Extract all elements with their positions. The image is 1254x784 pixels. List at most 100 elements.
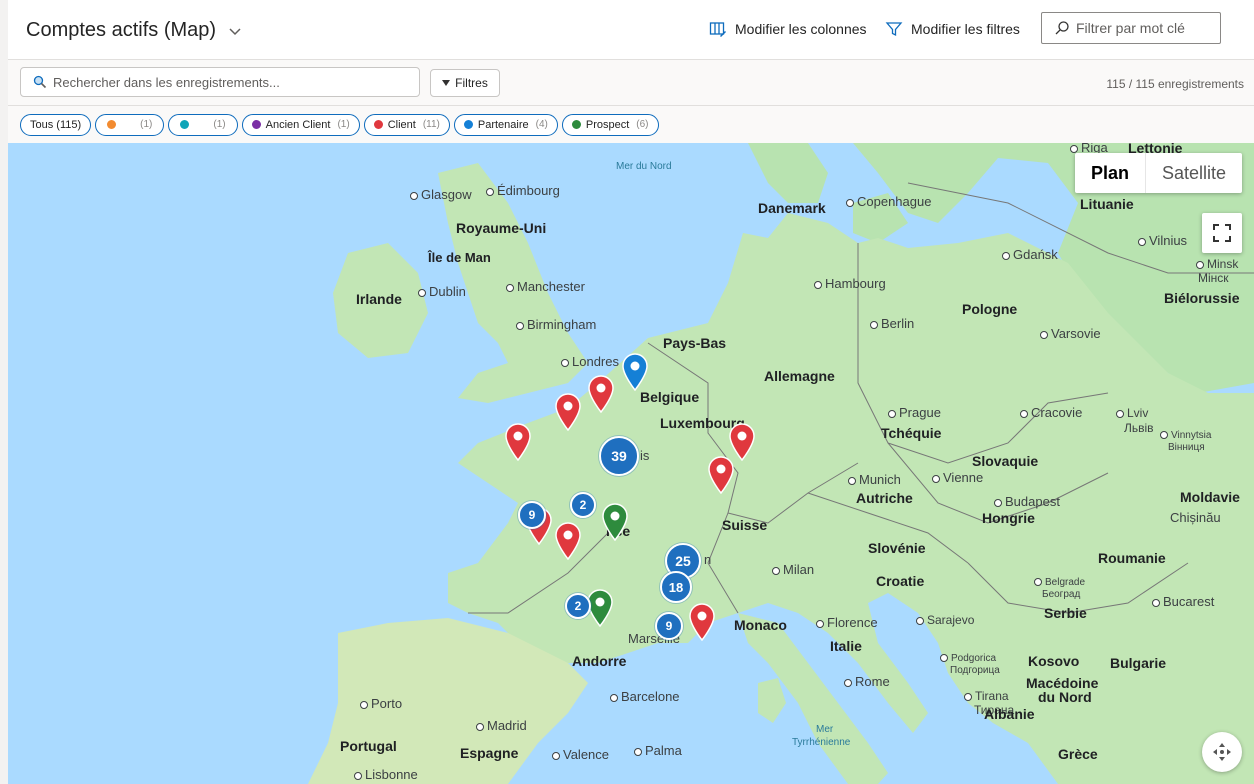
map-canvas[interactable]: Mer du Nord Riga Lettonie Glasgow Édimbo… xyxy=(8,143,1254,784)
map-label: Andorre xyxy=(572,653,627,669)
chip-ancien-client[interactable]: Ancien Client (1) xyxy=(241,113,360,136)
marker-cluster[interactable]: 39 xyxy=(599,436,639,476)
chip-partenaire[interactable]: Partenaire (4) xyxy=(453,113,558,136)
client-marker[interactable] xyxy=(708,456,734,494)
chip-count: (1) xyxy=(213,119,226,130)
map-label: Львів xyxy=(1124,421,1154,435)
map-label: Prague xyxy=(888,405,941,420)
chip-count: (6) xyxy=(636,119,649,130)
map-type-control: Plan Satellite xyxy=(1074,153,1242,193)
fullscreen-icon xyxy=(1213,224,1231,242)
edit-columns-label: Modifier les colonnes xyxy=(735,21,867,37)
map-label: Irlande xyxy=(356,291,402,307)
client-marker[interactable] xyxy=(555,393,581,431)
edit-filters-label: Modifier les filtres xyxy=(911,21,1020,37)
chip-client[interactable]: Client (11) xyxy=(363,113,450,136)
move-icon xyxy=(1213,743,1231,761)
map-label: Belgrade xyxy=(1034,577,1085,588)
marker-cluster[interactable]: 2 xyxy=(570,492,596,518)
map-label: Vilnius xyxy=(1138,233,1187,248)
map-label: Hongrie xyxy=(982,510,1035,526)
filters-label: Filtres xyxy=(455,76,488,90)
chip-count: (1) xyxy=(140,119,153,130)
map-label: Cracovie xyxy=(1020,405,1082,420)
chip-prospect[interactable]: Prospect (6) xyxy=(561,113,659,136)
map-pan-button[interactable] xyxy=(1202,732,1242,772)
marker-cluster[interactable]: 9 xyxy=(655,612,683,640)
records-search-input[interactable]: Rechercher dans les enregistrements... xyxy=(20,67,420,97)
records-search-placeholder: Rechercher dans les enregistrements... xyxy=(53,74,280,90)
chip-all[interactable]: Tous (115) xyxy=(20,113,92,136)
map-label: Moldavie xyxy=(1180,489,1240,505)
map-label: Valence xyxy=(552,747,609,762)
map-label: Porto xyxy=(360,696,402,711)
map-label: Sarajevo xyxy=(916,613,974,627)
map-label: Chișinău xyxy=(1170,510,1221,525)
chevron-down-icon xyxy=(229,27,241,35)
map-label: is xyxy=(640,448,650,463)
map-label: Berlin xyxy=(870,316,914,331)
map-label: du Nord xyxy=(1038,689,1092,705)
chip-count: (4) xyxy=(535,119,548,130)
map-label: Espagne xyxy=(460,745,519,761)
map-label: Portugal xyxy=(340,738,397,754)
map-label: Birmingham xyxy=(516,317,596,332)
edit-columns-button[interactable]: Modifier les colonnes xyxy=(709,20,867,38)
map-type-plan-button[interactable]: Plan xyxy=(1075,153,1146,193)
map-label: Danemark xyxy=(758,200,826,216)
map-label: Serbie xyxy=(1044,605,1087,621)
funnel-icon xyxy=(885,22,903,37)
client-marker[interactable] xyxy=(555,522,581,560)
map-label: Croatie xyxy=(876,573,925,589)
map-type-satellite-button[interactable]: Satellite xyxy=(1146,153,1242,193)
map-label: Allemagne xyxy=(764,368,835,384)
edit-filters-button[interactable]: Modifier les filtres xyxy=(885,20,1020,38)
map-label: Copenhague xyxy=(846,194,931,209)
chip-count: (1) xyxy=(337,119,350,130)
view-selector[interactable]: Comptes actifs (Map) xyxy=(26,19,242,42)
map-label: Slovénie xyxy=(868,540,926,556)
map-label: Budapest xyxy=(994,494,1060,509)
app: Comptes actifs (Map) Modifier les colonn… xyxy=(0,0,1254,784)
filters-button[interactable]: Filtres xyxy=(430,69,500,97)
client-marker[interactable] xyxy=(689,603,715,641)
category-chips: Tous (115) (1) (1) Ancien Client (1) Cli… xyxy=(8,106,1254,143)
chip-orange[interactable]: (1) xyxy=(95,113,165,136)
prospect-marker[interactable] xyxy=(587,589,613,627)
map-label: Italie xyxy=(830,638,862,654)
prospect-marker[interactable] xyxy=(602,503,628,541)
map-label: Mer du Nord xyxy=(616,161,672,172)
chip-teal[interactable]: (1) xyxy=(168,113,238,136)
search-icon xyxy=(33,75,47,89)
map-label: Roumanie xyxy=(1098,550,1166,566)
map-label: Munich xyxy=(848,472,901,487)
search-icon xyxy=(1055,21,1069,35)
map-label: Kosovo xyxy=(1028,653,1080,669)
map-label: Royaume-Uni xyxy=(456,220,547,236)
map-label: Београд xyxy=(1042,589,1081,600)
record-count: 115 / 115 enregistrements xyxy=(1106,77,1244,91)
map-label: Milan xyxy=(772,562,814,577)
map-label: Varsovie xyxy=(1040,326,1101,341)
marker-cluster[interactable]: 2 xyxy=(565,593,591,619)
map-label: Glasgow xyxy=(410,187,472,202)
partner-marker[interactable] xyxy=(622,353,648,391)
chip-count: (11) xyxy=(422,119,440,130)
keyword-filter-input[interactable]: Filtrer par mot clé xyxy=(1041,12,1221,44)
map-label: Мінск xyxy=(1198,271,1229,285)
map-label: Minsk xyxy=(1196,257,1238,271)
red-dot-icon xyxy=(373,120,383,129)
fullscreen-button[interactable] xyxy=(1202,213,1242,253)
map-label: Lituanie xyxy=(1080,196,1134,212)
map-label: Slovaquie xyxy=(972,453,1039,469)
map-label: Grèce xyxy=(1058,746,1098,762)
marker-cluster[interactable]: 18 xyxy=(660,571,692,603)
client-marker[interactable] xyxy=(505,423,531,461)
map-label: Madrid xyxy=(476,718,527,733)
marker-cluster[interactable]: 9 xyxy=(518,501,546,529)
client-marker[interactable] xyxy=(588,375,614,413)
map-label: Tirana xyxy=(964,689,1009,703)
map-label: Suisse xyxy=(722,517,768,533)
chip-label: Partenaire xyxy=(477,118,529,131)
map-label: Mer xyxy=(816,724,834,735)
